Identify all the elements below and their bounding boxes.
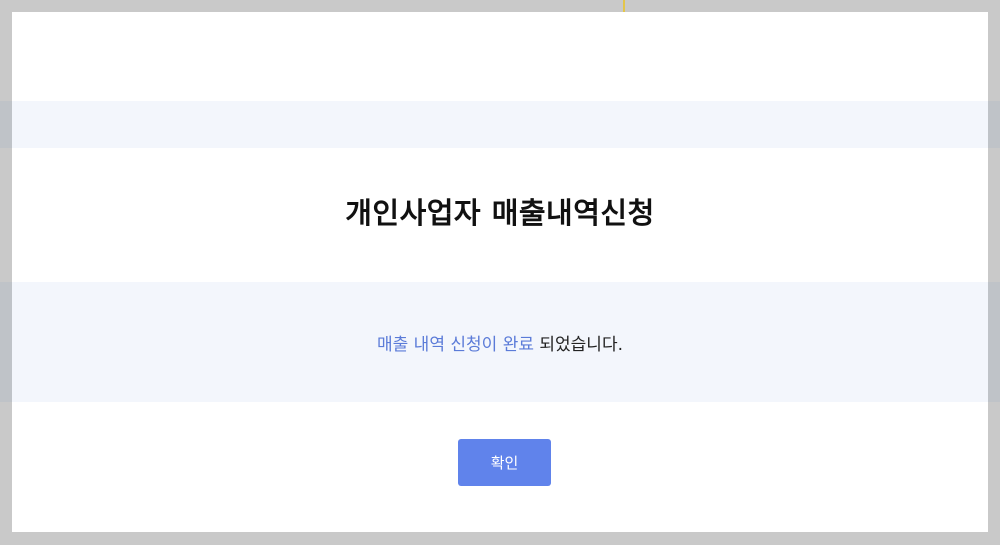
dialog-message: 매출 내역 신청이 완료 되었습니다. [12, 330, 988, 355]
confirm-button[interactable]: 확인 [458, 439, 551, 486]
dialog-title: 개인사업자 매출내역신청 [345, 196, 655, 230]
message-rest: 되었습니다. [533, 335, 623, 355]
dialog-top-band [12, 101, 988, 148]
completion-dialog: 개인사업자 매출내역신청 매출 내역 신청이 완료 되었습니다. 확인 [12, 12, 988, 532]
backdrop-accent-line [623, 0, 625, 12]
message-highlight: 매출 내역 신청이 완료 [377, 335, 534, 355]
